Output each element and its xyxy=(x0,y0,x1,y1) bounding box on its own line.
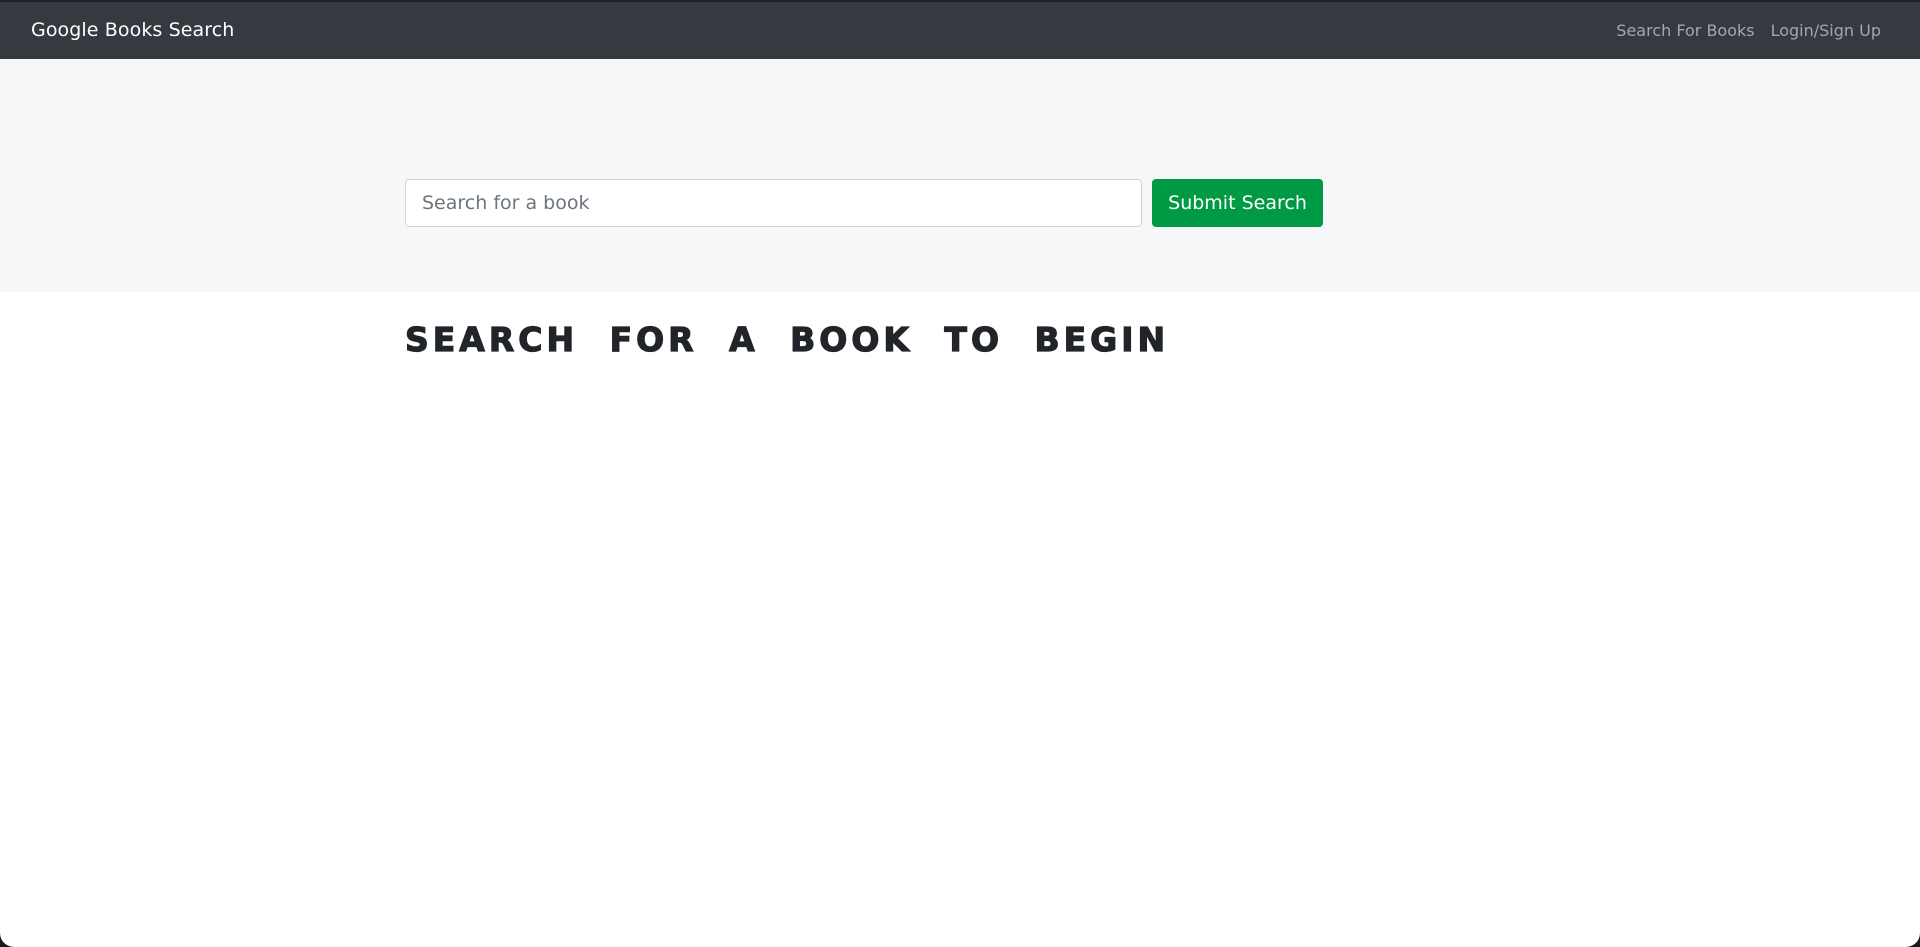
navbar-brand[interactable]: Google Books Search xyxy=(31,19,234,41)
search-jumbotron: Submit Search xyxy=(0,59,1920,292)
search-form: Submit Search xyxy=(405,179,1323,227)
nav-link-search-for-books[interactable]: Search For Books xyxy=(1616,21,1754,40)
navbar-links: Search For Books Login/Sign Up xyxy=(1616,21,1881,40)
top-navbar: Google Books Search Search For Books Log… xyxy=(0,0,1920,59)
nav-link-login-signup[interactable]: Login/Sign Up xyxy=(1771,21,1881,40)
search-input[interactable] xyxy=(405,179,1142,227)
submit-search-button[interactable]: Submit Search xyxy=(1152,179,1323,227)
page-heading: Search for a book to begin xyxy=(404,319,1170,359)
browser-viewport: Google Books Search Search For Books Log… xyxy=(0,0,1920,947)
